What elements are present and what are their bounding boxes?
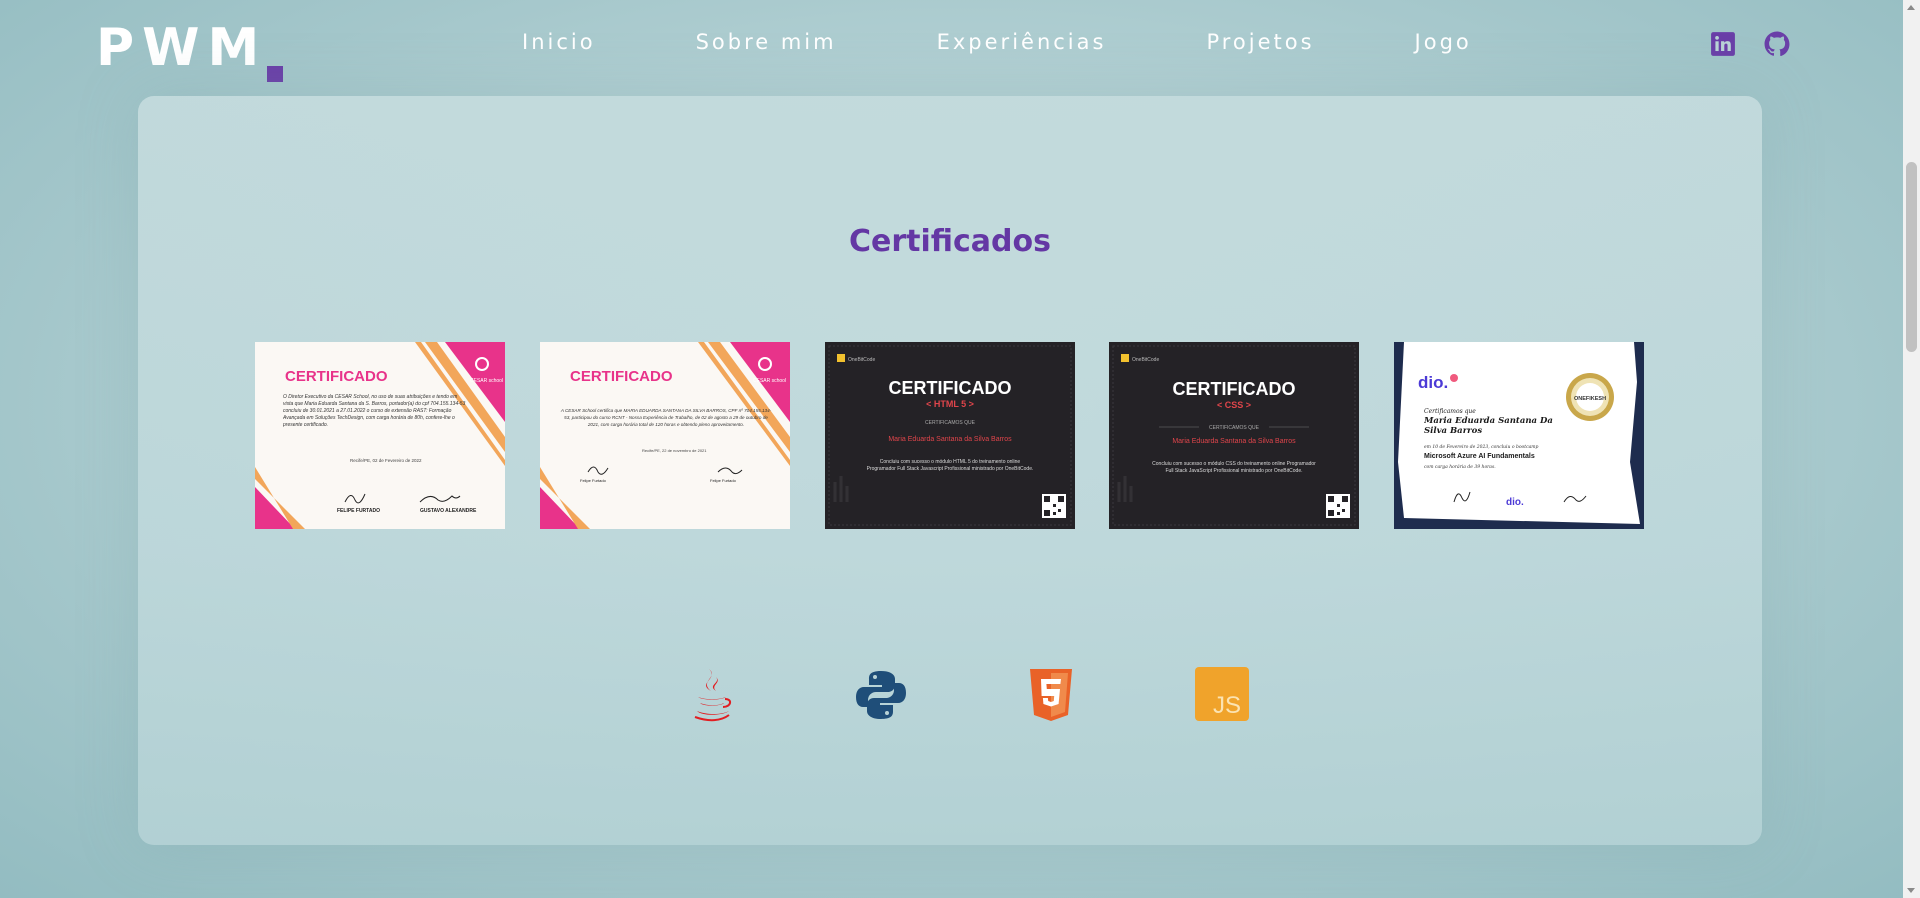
cert-badge: ONEFIKESH [1574,396,1606,402]
logo[interactable]: PWM [96,18,284,82]
cert-module: < CSS > [1217,400,1251,410]
main-nav: Inicio Sobre mim Experiências Projetos J… [522,30,1572,54]
cert-place-date: Recife/PE, 22 de novembro de 2021 [642,448,707,453]
social-links [1710,31,1790,57]
nav-link-experiencias[interactable]: Experiências [937,30,1107,54]
cert-body: Concluiu com sucesso o módulo CSS do tre… [1152,461,1316,474]
cert-heading: CERTIFICADO [570,368,673,385]
cert-school: OneBitCode [848,357,875,363]
nav-link-inicio[interactable]: Inicio [522,30,596,54]
certificate-card-html5[interactable]: OneBitCode CERTIFICADO < HTML 5 > CERTIF… [825,342,1075,529]
cert-body: O Diretor Executivo da CESAR School, no … [283,394,466,428]
cert-certify-line: CERTIFICAMOS QUE [1209,425,1260,431]
cert-heading: CERTIFICADO [285,368,388,385]
cert-body: A CESAR School certifica que MARIA EDUAR… [560,408,772,427]
certificates-panel: Certificados CERTIFICADO CESAR school O … [138,96,1762,845]
cert-school: CESAR school [470,378,503,384]
cert-heading: CERTIFICADO [1173,379,1296,399]
cert-body: Concluiu com sucesso o módulo HTML 5 do … [866,459,1034,472]
certificate-card-cesar-2[interactable]: CERTIFICADO CESAR school A CESAR School … [540,342,790,529]
scrollbar-thumb[interactable] [1906,162,1917,352]
logo-text: PWM [96,18,268,78]
cert-recipient: Maria Eduarda Santana da Silva Barros [888,436,1012,443]
cert-recipient: Maria Eduarda Santana Da Silva Barros [1424,416,1553,436]
section-title: Certificados [849,224,1051,259]
linkedin-icon[interactable] [1710,31,1736,57]
cert-signer-2: Felipe Furtado [710,478,737,483]
cert-signer-2: GUSTAVO ALEXANDRE [420,508,477,514]
logo-square [267,66,284,82]
certificate-card-dio[interactable]: dio. ONEFIKESH Certificamos que Maria Ed… [1394,342,1644,529]
scroll-up-arrow-icon[interactable] [1907,5,1915,10]
certificate-card-cesar-1[interactable]: CERTIFICADO CESAR school O Diretor Execu… [255,342,505,529]
cert-brand: dio. [1418,373,1448,392]
cert-body: em 10 de Fevereiro de 2023, concluiu o b… [1424,444,1539,450]
python-icon [856,671,906,719]
page-scrollbar[interactable] [1903,0,1920,898]
cert-course: Microsoft Azure AI Fundamentals [1424,453,1535,460]
scroll-down-arrow-icon[interactable] [1907,888,1915,893]
cert-signer-1: Felipe Furtado [580,478,607,483]
java-icon [694,669,731,722]
nav-link-projetos[interactable]: Projetos [1206,30,1314,54]
cert-certify-line: Certificamos que [1424,408,1476,415]
cert-recipient: Maria Eduarda Santana da Silva Barros [1172,438,1296,445]
cert-module: < HTML 5 > [926,399,974,409]
nav-link-jogo[interactable]: Jogo [1415,30,1472,54]
cert-signer-1: FELIPE FURTADO [337,508,380,514]
svg-text:dio.: dio. [1506,497,1524,508]
cert-school: CESAR school [753,378,786,384]
html5-icon [1030,669,1072,721]
github-icon[interactable] [1764,31,1790,57]
cert-hours: com carga horária de 39 horas. [1424,463,1496,470]
nav-link-sobre-mim[interactable]: Sobre mim [696,30,837,54]
cert-certify-line: CERTIFICAMOS QUE [925,420,976,426]
svg-text:JS: JS [1213,692,1241,719]
certificate-card-css[interactable]: OneBitCode CERTIFICADO < CSS > CERTIFICA… [1109,342,1359,529]
cert-school: OneBitCode [1132,357,1159,363]
js-icon: JS [1195,667,1249,721]
cert-heading: CERTIFICADO [889,378,1012,398]
cert-place-date: Recife/PE, 02 de Fevereiro de 2022 [350,458,422,463]
